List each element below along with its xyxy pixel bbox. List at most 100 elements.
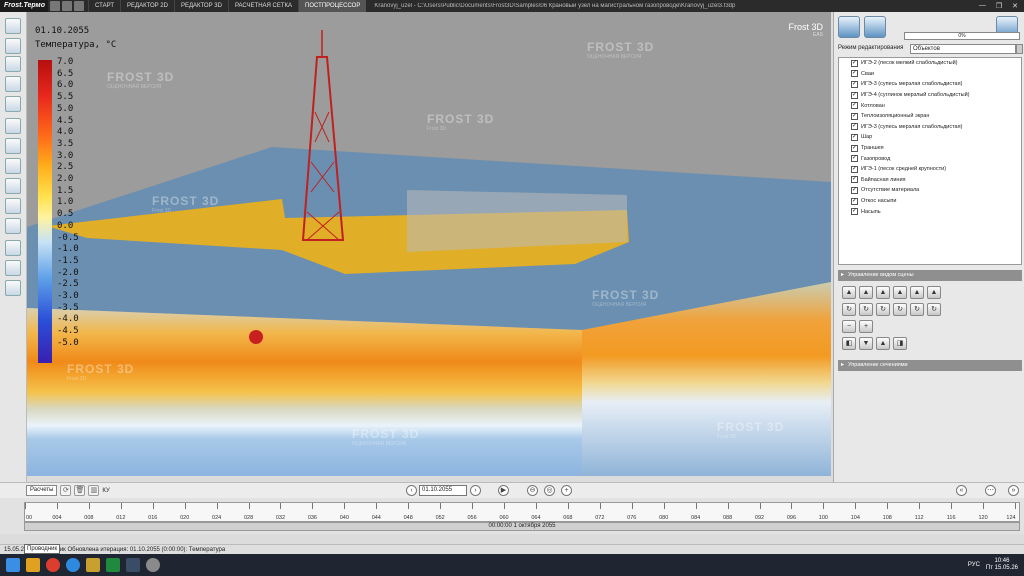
next-date-icon[interactable]: › — [470, 485, 481, 496]
pan-up-icon[interactable]: ▲ — [876, 337, 890, 350]
object-checkbox[interactable]: ✓ — [851, 165, 858, 173]
layers-tool-icon[interactable] — [5, 38, 21, 54]
object-item[interactable]: ✓ ИГЭ-4 (суглинок мерзлый слабольдистый) — [839, 90, 1021, 101]
object-checkbox[interactable]: ✓ — [851, 102, 858, 110]
object-item[interactable]: ✓ Теплоизоляционный экран — [839, 111, 1021, 122]
object-item[interactable]: ✓ ИГЭ-3 (супесь мерзлая слабольдистая) — [839, 122, 1021, 133]
isosurface-icon[interactable] — [5, 198, 21, 214]
refresh-icon[interactable]: ⟳ — [60, 485, 72, 496]
object-checkbox[interactable]: ✓ — [851, 144, 858, 152]
3d-viewport[interactable]: FROST 3D ОЦЕНОЧНАЯ ВЕРСИЯ FROST 3D Frost 3… — [27, 12, 831, 476]
pan-right-icon[interactable]: ◨ — [893, 337, 907, 350]
view-preset-4-icon[interactable]: ▲ — [893, 286, 907, 299]
clear-icon[interactable]: ▥ — [88, 485, 100, 496]
explorer-icon[interactable] — [26, 558, 40, 572]
chrome-icon[interactable] — [46, 558, 60, 572]
object-item[interactable]: ✓ ИГЭ-3 (супесь мерзлая слабольдистая) — [839, 79, 1021, 90]
object-checkbox[interactable]: ✓ — [851, 186, 858, 194]
rotate-2-icon[interactable]: ↻ — [859, 303, 873, 316]
rotate-5-icon[interactable]: ↻ — [910, 303, 924, 316]
step-back-icon[interactable]: « — [956, 485, 967, 496]
date-field[interactable]: 01.10.2055 — [419, 485, 467, 496]
folder-icon[interactable] — [86, 558, 100, 572]
chart-tool-icon[interactable] — [5, 218, 21, 234]
object-checkbox[interactable]: ✓ — [851, 208, 858, 216]
zoom-plus-icon[interactable]: + — [561, 485, 572, 496]
tab-start[interactable]: СТАРТ — [88, 0, 120, 12]
more-icon[interactable]: ⋯ — [985, 485, 996, 496]
zoom-fit-icon[interactable]: ⊖ — [527, 485, 538, 496]
view-preset-1-icon[interactable]: ▲ — [842, 286, 856, 299]
windows-start-icon[interactable] — [6, 558, 20, 572]
object-item[interactable]: ✓ Откос насыпи — [839, 196, 1021, 207]
open-icon[interactable] — [50, 1, 60, 11]
view-top-icon[interactable] — [5, 158, 21, 174]
zoom-tool-icon[interactable] — [5, 56, 21, 72]
timeline-ruler[interactable]: 00 004 008 012 016 020 024 028 032 036 040 044 048 05… — [24, 502, 1020, 522]
scene-view-section-header[interactable]: Управление видом сцены — [838, 270, 1022, 281]
view-front-icon[interactable] — [5, 118, 21, 134]
object-item[interactable]: ✓ Шар — [839, 132, 1021, 143]
tab-postprocessor[interactable]: ПОСТПРОЦЕССОР — [298, 0, 367, 12]
color-scale-icon[interactable] — [5, 240, 21, 256]
rotate-6-icon[interactable]: ↻ — [927, 303, 941, 316]
view-side-icon[interactable] — [5, 138, 21, 154]
minimize-button[interactable]: — — [979, 2, 986, 10]
prev-date-icon[interactable]: ‹ — [406, 485, 417, 496]
object-item[interactable]: ✓ ИГЭ-1 (песок средней крупности) — [839, 164, 1021, 175]
zoom-reset-icon[interactable]: ◎ — [544, 485, 555, 496]
rotate-1-icon[interactable]: ↻ — [842, 303, 856, 316]
tray-lang[interactable]: РУС — [968, 562, 980, 568]
pan-left-icon[interactable]: ◧ — [842, 337, 856, 350]
view-preset-3-icon[interactable]: ▲ — [876, 286, 890, 299]
object-checkbox[interactable]: ✓ — [851, 70, 858, 78]
object-item[interactable]: ✓ Газопровод — [839, 153, 1021, 164]
rotate-3-icon[interactable]: ↻ — [876, 303, 890, 316]
step-forward-icon[interactable]: » — [1008, 485, 1019, 496]
object-checkbox[interactable]: ✓ — [851, 123, 858, 131]
frost3d-icon[interactable] — [126, 558, 140, 572]
edit-mode-select[interactable]: Объектов — [910, 44, 1016, 54]
tab-mesh[interactable]: РАСЧЕТНАЯ СЕТКА — [227, 0, 298, 12]
object-checkbox[interactable]: ✓ — [851, 155, 858, 163]
object-checkbox[interactable]: ✓ — [851, 197, 858, 205]
timeline-scale[interactable]: 00 004 008 012 016 020 024 028 032 036 040 044 048 05… — [0, 498, 1024, 534]
delete-icon[interactable]: 🗑 — [74, 485, 86, 496]
object-item[interactable]: ✓ ИГЭ-2 (песок мелкий слабольдистый) — [839, 58, 1021, 69]
object-item[interactable]: ✓ Сваи — [839, 69, 1021, 80]
object-item[interactable]: ✓ Котлован — [839, 100, 1021, 111]
view-preset-2-icon[interactable]: ▲ — [859, 286, 873, 299]
object-checkbox[interactable]: ✓ — [851, 80, 858, 88]
maximize-button[interactable]: ❐ — [996, 2, 1002, 10]
edit-mode-dropdown-button[interactable] — [1016, 44, 1023, 54]
database-icon[interactable] — [838, 16, 860, 38]
excel-icon[interactable] — [106, 558, 120, 572]
rotate-4-icon[interactable]: ↻ — [893, 303, 907, 316]
calculations-button[interactable]: Расчеты — [26, 485, 58, 496]
object-checkbox[interactable]: ✓ — [851, 112, 858, 120]
view-preset-5-icon[interactable]: ▲ — [910, 286, 924, 299]
edge-icon[interactable] — [66, 558, 80, 572]
graph-tool-icon[interactable] — [5, 260, 21, 276]
tab-editor-2d[interactable]: РЕДАКТОР 2D — [120, 0, 174, 12]
tab-editor-3d[interactable]: РЕДАКТОР 3D — [173, 0, 228, 12]
settings-gear-icon[interactable] — [864, 16, 886, 38]
object-checkbox[interactable]: ✓ — [851, 59, 858, 67]
export-tool-icon[interactable] — [5, 280, 21, 296]
mesh-tool-icon[interactable] — [5, 76, 21, 92]
object-checkbox[interactable]: ✓ — [851, 176, 858, 184]
play-icon[interactable]: ▶ — [498, 485, 509, 496]
object-checkbox[interactable]: ✓ — [851, 133, 858, 141]
clock[interactable]: 10:46 Пт 15.05.26 — [986, 558, 1018, 572]
grid-tool-icon[interactable] — [5, 96, 21, 112]
section-control-header[interactable]: Управление сечениями — [838, 360, 1022, 371]
pan-down-icon[interactable]: ▼ — [859, 337, 873, 350]
save-as-icon[interactable] — [74, 1, 84, 11]
object-item[interactable]: ✓ Байпасная линия — [839, 175, 1021, 186]
object-item[interactable]: ✓ Траншея — [839, 143, 1021, 154]
zoom-in-icon[interactable]: + — [859, 320, 873, 333]
zoom-out-icon[interactable]: − — [842, 320, 856, 333]
object-item[interactable]: ✓ Насыпь — [839, 206, 1021, 217]
select-tool-icon[interactable] — [5, 18, 21, 34]
close-button[interactable]: ✕ — [1012, 2, 1018, 10]
